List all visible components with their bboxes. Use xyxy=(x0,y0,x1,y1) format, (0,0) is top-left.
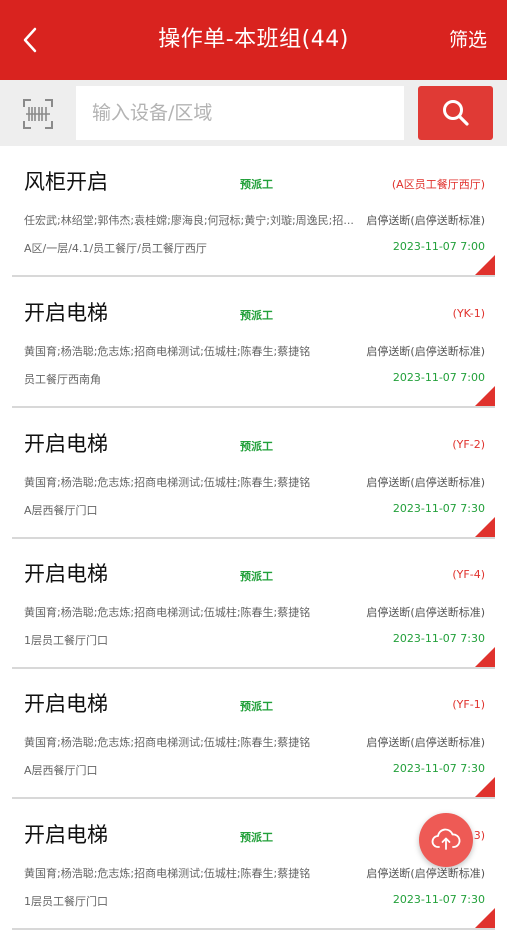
status-badge: 预派工 xyxy=(240,440,273,453)
operation-standard: 启停送断(启停送断标准) xyxy=(366,345,485,358)
assignee-list: 任宏武;林绍堂;郭伟杰;袁桂嫦;廖海良;何冠标;黄宁;刘璇;周逸民;招... xyxy=(24,214,354,227)
scan-button[interactable] xyxy=(22,98,54,130)
status-badge: 预派工 xyxy=(240,309,273,322)
scheduled-time: 2023-11-07 7:30 xyxy=(392,762,485,775)
page-title: 操作单-本班组(44) xyxy=(158,27,349,52)
scheduled-time: 2023-11-07 7:00 xyxy=(392,371,485,384)
order-card[interactable]: 开启电梯 预派工 (YF-4) 黄国育;杨浩聪;危志炼;招商电梯测试;伍城柱;陈… xyxy=(12,538,495,669)
device-code: 3) xyxy=(473,829,485,842)
device-code: (A区员工餐厅西厅) xyxy=(391,178,485,191)
order-card[interactable]: 开启电梯 预派工 (YF-2) 黄国育;杨浩聪;危志炼;招商电梯测试;伍城柱;陈… xyxy=(12,408,495,539)
operation-standard: 启停送断(启停送断标准) xyxy=(366,867,485,880)
location: 员工餐厅西南角 xyxy=(24,373,101,386)
corner-marker xyxy=(475,647,495,667)
corner-marker xyxy=(475,386,495,406)
location: A区/一层/4.1/员工餐厅/员工餐厅西厅 xyxy=(24,242,207,255)
device-code: (YK-1) xyxy=(452,307,485,320)
search-icon xyxy=(442,100,469,126)
operation-standard: 启停送断(启停送断标准) xyxy=(366,476,485,489)
order-title: 开启电梯 xyxy=(24,301,108,325)
assignee-list: 黄国育;杨浩聪;危志炼;招商电梯测试;伍城柱;陈春生;蔡捷铭 xyxy=(24,736,311,749)
order-title: 开启电梯 xyxy=(24,562,108,586)
operation-standard: 启停送断(启停送断标准) xyxy=(366,214,485,227)
assignee-list: 黄国育;杨浩聪;危志炼;招商电梯测试;伍城柱;陈春生;蔡捷铭 xyxy=(24,867,311,880)
scheduled-time: 2023-11-07 7:30 xyxy=(392,502,485,515)
top-app-bar: 操作单-本班组(44) 筛选 xyxy=(0,0,507,80)
search-input[interactable] xyxy=(76,86,404,140)
operation-standard: 启停送断(启停送断标准) xyxy=(366,736,485,749)
filter-button[interactable]: 筛选 xyxy=(449,24,487,56)
order-card[interactable]: 开启电梯 预派工 (YF-1) 黄国育;杨浩聪;危志炼;招商电梯测试;伍城柱;陈… xyxy=(12,668,495,799)
location: A层西餐厅门口 xyxy=(24,764,98,777)
order-card[interactable]: 开启电梯 预派工 (YK-1) 黄国育;杨浩聪;危志炼;招商电梯测试;伍城柱;陈… xyxy=(12,277,495,408)
location: 1层员工餐厅门口 xyxy=(24,895,108,908)
status-badge: 预派工 xyxy=(240,831,273,844)
order-card[interactable]: 风柜开启 预派工 (A区员工餐厅西厅) 任宏武;林绍堂;郭伟杰;袁桂嫦;廖海良;… xyxy=(12,146,495,277)
upload-button[interactable] xyxy=(419,813,473,867)
assignee-list: 黄国育;杨浩聪;危志炼;招商电梯测试;伍城柱;陈春生;蔡捷铭 xyxy=(24,345,311,358)
location: A层西餐厅门口 xyxy=(24,504,98,517)
device-code: (YF-2) xyxy=(452,438,485,451)
search-bar xyxy=(0,80,507,146)
location: 1层员工餐厅门口 xyxy=(24,634,108,647)
device-code: (YF-1) xyxy=(452,698,485,711)
order-card[interactable]: 开启电梯 预派工 3) 黄国育;杨浩聪;危志炼;招商电梯测试;伍城柱;陈春生;蔡… xyxy=(12,799,495,930)
status-badge: 预派工 xyxy=(240,178,273,191)
operation-standard: 启停送断(启停送断标准) xyxy=(366,606,485,619)
device-code: (YF-4) xyxy=(452,568,485,581)
corner-marker xyxy=(475,908,495,928)
cloud-upload-icon xyxy=(431,828,461,850)
order-title: 开启电梯 xyxy=(24,692,108,716)
status-badge: 预派工 xyxy=(240,700,273,713)
barcode-scan-icon xyxy=(23,99,53,129)
status-badge: 预派工 xyxy=(240,570,273,583)
assignee-list: 黄国育;杨浩聪;危志炼;招商电梯测试;伍城柱;陈春生;蔡捷铭 xyxy=(24,606,311,619)
order-title: 开启电梯 xyxy=(24,432,108,456)
corner-marker xyxy=(475,517,495,537)
search-button[interactable] xyxy=(418,86,493,140)
assignee-list: 黄国育;杨浩聪;危志炼;招商电梯测试;伍城柱;陈春生;蔡捷铭 xyxy=(24,476,311,489)
scheduled-time: 2023-11-07 7:30 xyxy=(392,632,485,645)
corner-marker xyxy=(475,777,495,797)
corner-marker xyxy=(475,255,495,275)
scheduled-time: 2023-11-07 7:00 xyxy=(392,240,485,253)
order-title: 开启电梯 xyxy=(24,823,108,847)
order-title: 风柜开启 xyxy=(24,170,108,194)
